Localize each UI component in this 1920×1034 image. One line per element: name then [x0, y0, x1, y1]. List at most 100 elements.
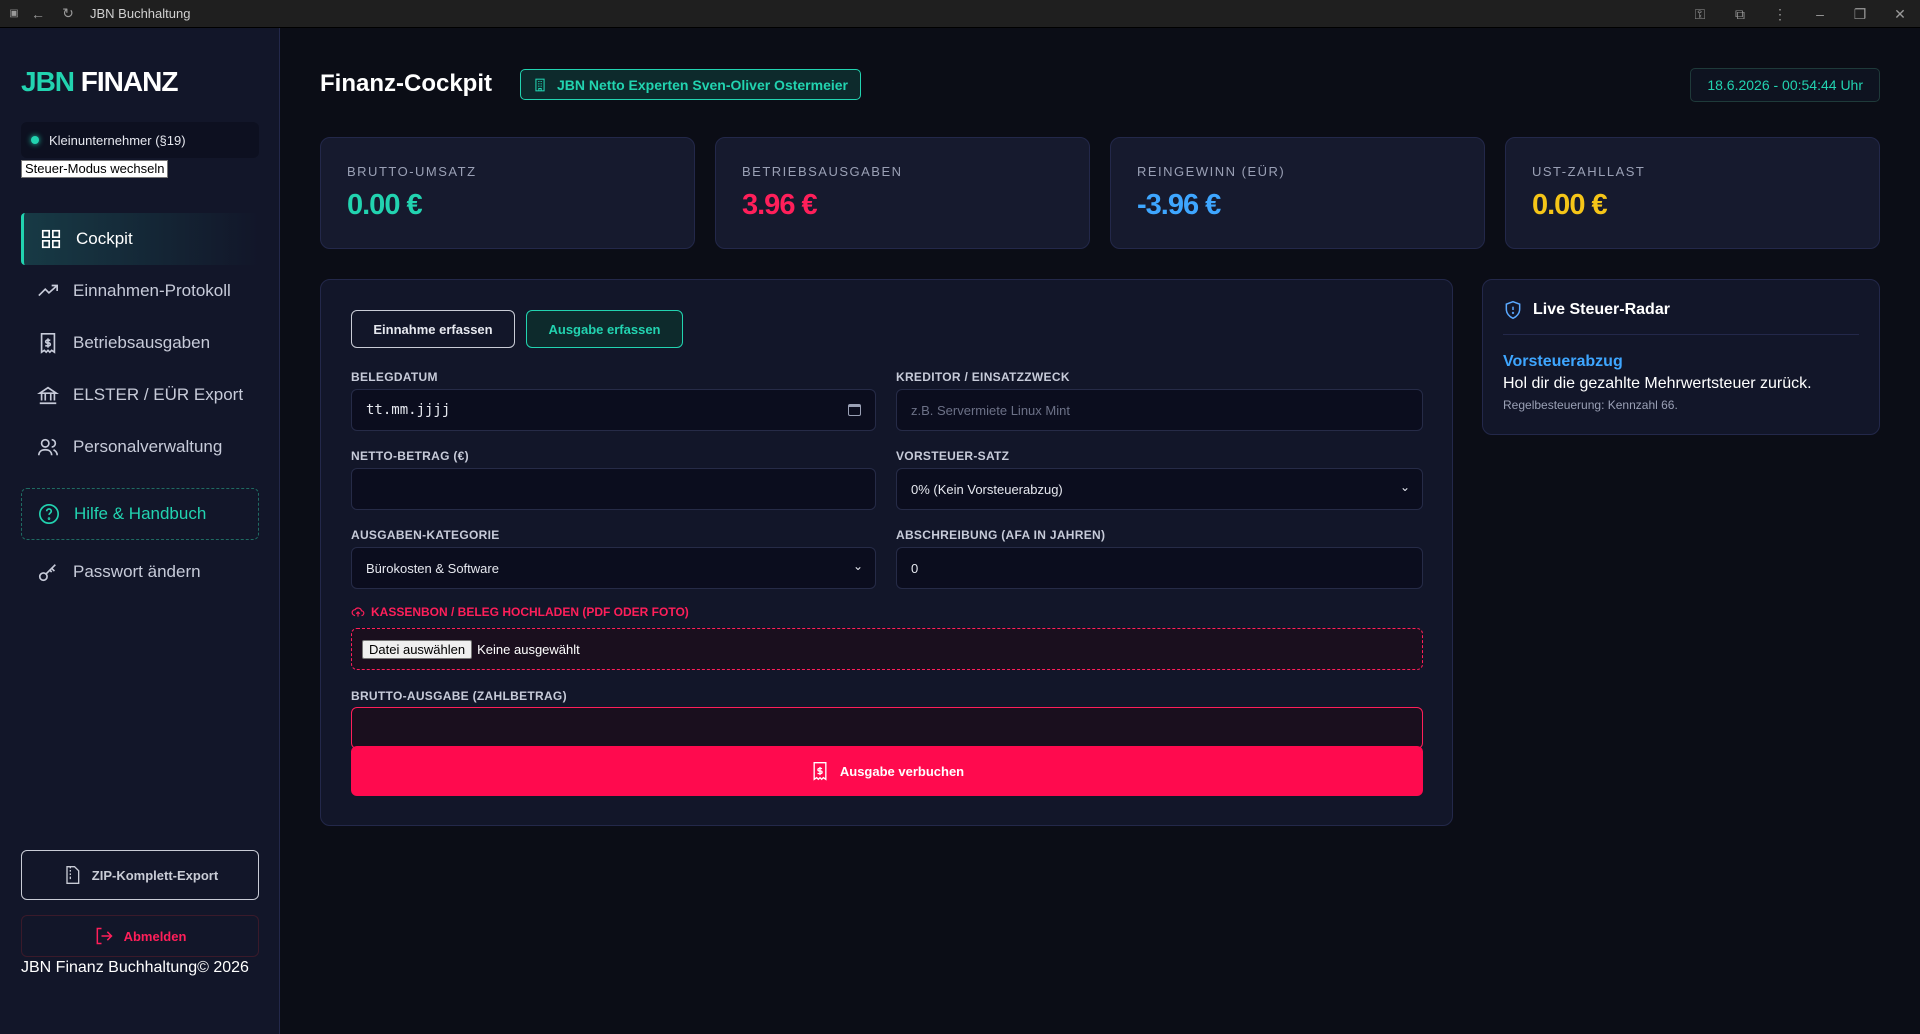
- sidebar-item-label: Cockpit: [76, 229, 133, 248]
- tax-radar-header: Live Steuer-Radar: [1503, 300, 1859, 335]
- calendar-icon[interactable]: [848, 404, 861, 416]
- receipt-icon: [40, 333, 56, 354]
- net-amount-label: NETTO-BETRAG (€): [351, 449, 469, 463]
- main-content: Finanz-Cockpit JBN Netto Experten Sven-O…: [280, 28, 1920, 1034]
- tax-radar-heading: Vorsteuerabzug: [1503, 353, 1623, 370]
- sidebar-item-cockpit[interactable]: Cockpit: [21, 213, 259, 265]
- window-title: JBN Buchhaltung: [90, 6, 191, 21]
- kpi-value: 0.00 €: [1532, 189, 1608, 221]
- tax-mode-indicator: Kleinunternehmer (§19): [21, 122, 259, 158]
- sidebar-item-label: Einnahmen-Protokoll: [73, 281, 231, 300]
- users-icon: [38, 438, 58, 456]
- category-label: AUSGABEN-KATEGORIE: [351, 528, 500, 542]
- sidebar-item-expenses[interactable]: Betriebsausgaben: [21, 317, 259, 369]
- grid-icon: [41, 229, 61, 249]
- vat-rate-label: VORSTEUER-SATZ: [896, 449, 1010, 463]
- sidebar-item-label: Betriebsausgaben: [73, 333, 211, 352]
- switch-tax-mode-button[interactable]: Steuer-Modus wechseln: [21, 160, 169, 178]
- sidebar-item-label: Personalverwaltung: [73, 437, 223, 456]
- vat-rate-select[interactable]: 0% (Kein Vorsteuerabzug) ⌄: [896, 468, 1423, 510]
- file-zip-icon: [66, 866, 80, 884]
- menu-icon[interactable]: ⋮: [1760, 6, 1800, 23]
- shield-icon: [1505, 300, 1521, 320]
- category-select[interactable]: Bürokosten & Software ⌄: [351, 547, 876, 589]
- file-upload-field: Datei auswählen Keine ausgewählt: [351, 628, 1423, 670]
- receipt-icon: [813, 762, 827, 781]
- file-status: Keine ausgewählt: [477, 641, 580, 657]
- sidebar-item-income[interactable]: Einnahmen-Protokoll: [21, 265, 259, 317]
- kpi-label: REINGEWINN (EÜR): [1137, 164, 1286, 179]
- logo-part-b: FINANZ: [80, 66, 179, 97]
- help-icon: [39, 504, 59, 524]
- sidebar-item-label: Passwort ändern: [73, 562, 201, 581]
- extensions-icon[interactable]: ⧉: [1720, 6, 1760, 23]
- logo: JBN FINANZ: [21, 66, 179, 98]
- key-icon[interactable]: ⚿: [1680, 6, 1720, 23]
- close-icon[interactable]: ✕: [1880, 6, 1920, 23]
- creditor-input[interactable]: z.B. Servermiete Linux Mint: [896, 389, 1423, 431]
- kpi-card-gross-revenue: BRUTTO-UMSATZ 0.00 €: [320, 137, 695, 249]
- kpi-label: BETRIEBSAUSGABEN: [742, 164, 903, 179]
- date-input[interactable]: tt.mm.jjjj: [351, 389, 876, 431]
- zip-export-button[interactable]: ZIP-Komplett-Export: [21, 850, 259, 900]
- tax-radar-note: Regelbesteuerung: Kennzahl 66.: [1503, 398, 1678, 412]
- kpi-value: 3.96 €: [742, 189, 818, 221]
- book-expense-label: Ausgabe verbuchen: [839, 763, 965, 779]
- status-dot: [31, 136, 39, 144]
- kpi-label: BRUTTO-UMSATZ: [347, 164, 477, 179]
- tax-mode-label: Kleinunternehmer (§19): [49, 132, 186, 148]
- sidebar-item-label: ELSTER / EÜR Export: [73, 385, 244, 404]
- sidebar-item-help[interactable]: Hilfe & Handbuch: [21, 488, 259, 540]
- maximize-icon[interactable]: ❐: [1840, 6, 1880, 23]
- kpi-card-expenses: BETRIEBSAUSGABEN 3.96 €: [715, 137, 1090, 249]
- logo-part-a: JBN: [21, 66, 75, 97]
- logout-icon: [96, 927, 113, 945]
- creditor-label: KREDITOR / EINSATZZWECK: [896, 370, 1070, 384]
- datetime-display: 18.6.2026 - 00:54:44 Uhr: [1690, 68, 1880, 102]
- expense-form: Einnahme erfassen Ausgabe erfassen BELEG…: [320, 279, 1453, 826]
- afa-label: ABSCHREIBUNG (AFA IN JAHREN): [896, 528, 1106, 542]
- category-value: Bürokosten & Software: [366, 560, 499, 576]
- gross-expense-label: BRUTTO-AUSGABE (ZAHLBETRAG): [351, 689, 567, 703]
- vat-rate-value: 0% (Kein Vorsteuerabzug): [911, 481, 1063, 497]
- reload-icon[interactable]: ↻: [56, 5, 80, 22]
- date-value: tt.mm.jjjj: [366, 402, 451, 418]
- trend-icon: [38, 284, 58, 297]
- minimize-icon[interactable]: –: [1800, 6, 1840, 22]
- back-icon[interactable]: ←: [26, 6, 50, 22]
- chevron-down-icon: ⌄: [852, 559, 863, 573]
- sidebar-item-label: Hilfe & Handbuch: [74, 504, 207, 523]
- kpi-card-vat-liability: UST-ZAHLLAST 0.00 €: [1505, 137, 1880, 249]
- tax-radar-card: Live Steuer-Radar Vorsteuerabzug Hol dir…: [1482, 279, 1880, 435]
- company-badge: JBN Netto Experten Sven-Oliver Ostermeie…: [520, 69, 861, 100]
- sidebar: JBN FINANZ Kleinunternehmer (§19) Steuer…: [0, 28, 280, 1034]
- afa-input[interactable]: 0: [896, 547, 1423, 589]
- upload-label: KASSENBON / BELEG HOCHLADEN (PDF ODER FO…: [351, 605, 689, 619]
- tab-expense[interactable]: Ausgabe erfassen: [526, 310, 683, 348]
- kpi-label: UST-ZAHLLAST: [1532, 164, 1646, 179]
- kpi-value: 0.00 €: [347, 189, 423, 221]
- tab-income[interactable]: Einnahme erfassen: [351, 310, 515, 348]
- logout-button[interactable]: Abmelden: [21, 915, 259, 957]
- kpi-value: -3.96 €: [1137, 189, 1221, 221]
- gross-expense-input[interactable]: [351, 707, 1423, 749]
- choose-file-button[interactable]: Datei auswählen: [362, 639, 473, 659]
- tax-radar-title: Live Steuer-Radar: [1533, 301, 1670, 318]
- browser-titlebar: ▣ ← ↻ JBN Buchhaltung ⚿ ⧉ ⋮ – ❐ ✕: [0, 0, 1920, 28]
- copyright: JBN Finanz Buchhaltung© 2026: [21, 959, 249, 976]
- sidebar-item-password[interactable]: Passwort ändern: [21, 546, 259, 598]
- sidebar-item-elster[interactable]: ELSTER / EÜR Export: [21, 369, 259, 421]
- sidebar-item-staff[interactable]: Personalverwaltung: [21, 421, 259, 473]
- bank-icon: [37, 386, 59, 405]
- net-amount-input[interactable]: [351, 468, 876, 510]
- zip-export-label: ZIP-Komplett-Export: [91, 867, 219, 883]
- book-expense-button[interactable]: Ausgabe verbuchen: [351, 746, 1423, 796]
- key-icon: [38, 564, 56, 582]
- building-icon: [535, 78, 545, 91]
- upload-label-text: KASSENBON / BELEG HOCHLADEN (PDF ODER FO…: [371, 605, 689, 619]
- company-name: JBN Netto Experten Sven-Oliver Ostermeie…: [557, 76, 848, 93]
- app-icon: ▣: [9, 8, 19, 19]
- chevron-down-icon: ⌄: [1399, 480, 1410, 494]
- kpi-card-net-profit: REINGEWINN (EÜR) -3.96 €: [1110, 137, 1485, 249]
- cloud-upload-icon: [351, 607, 365, 617]
